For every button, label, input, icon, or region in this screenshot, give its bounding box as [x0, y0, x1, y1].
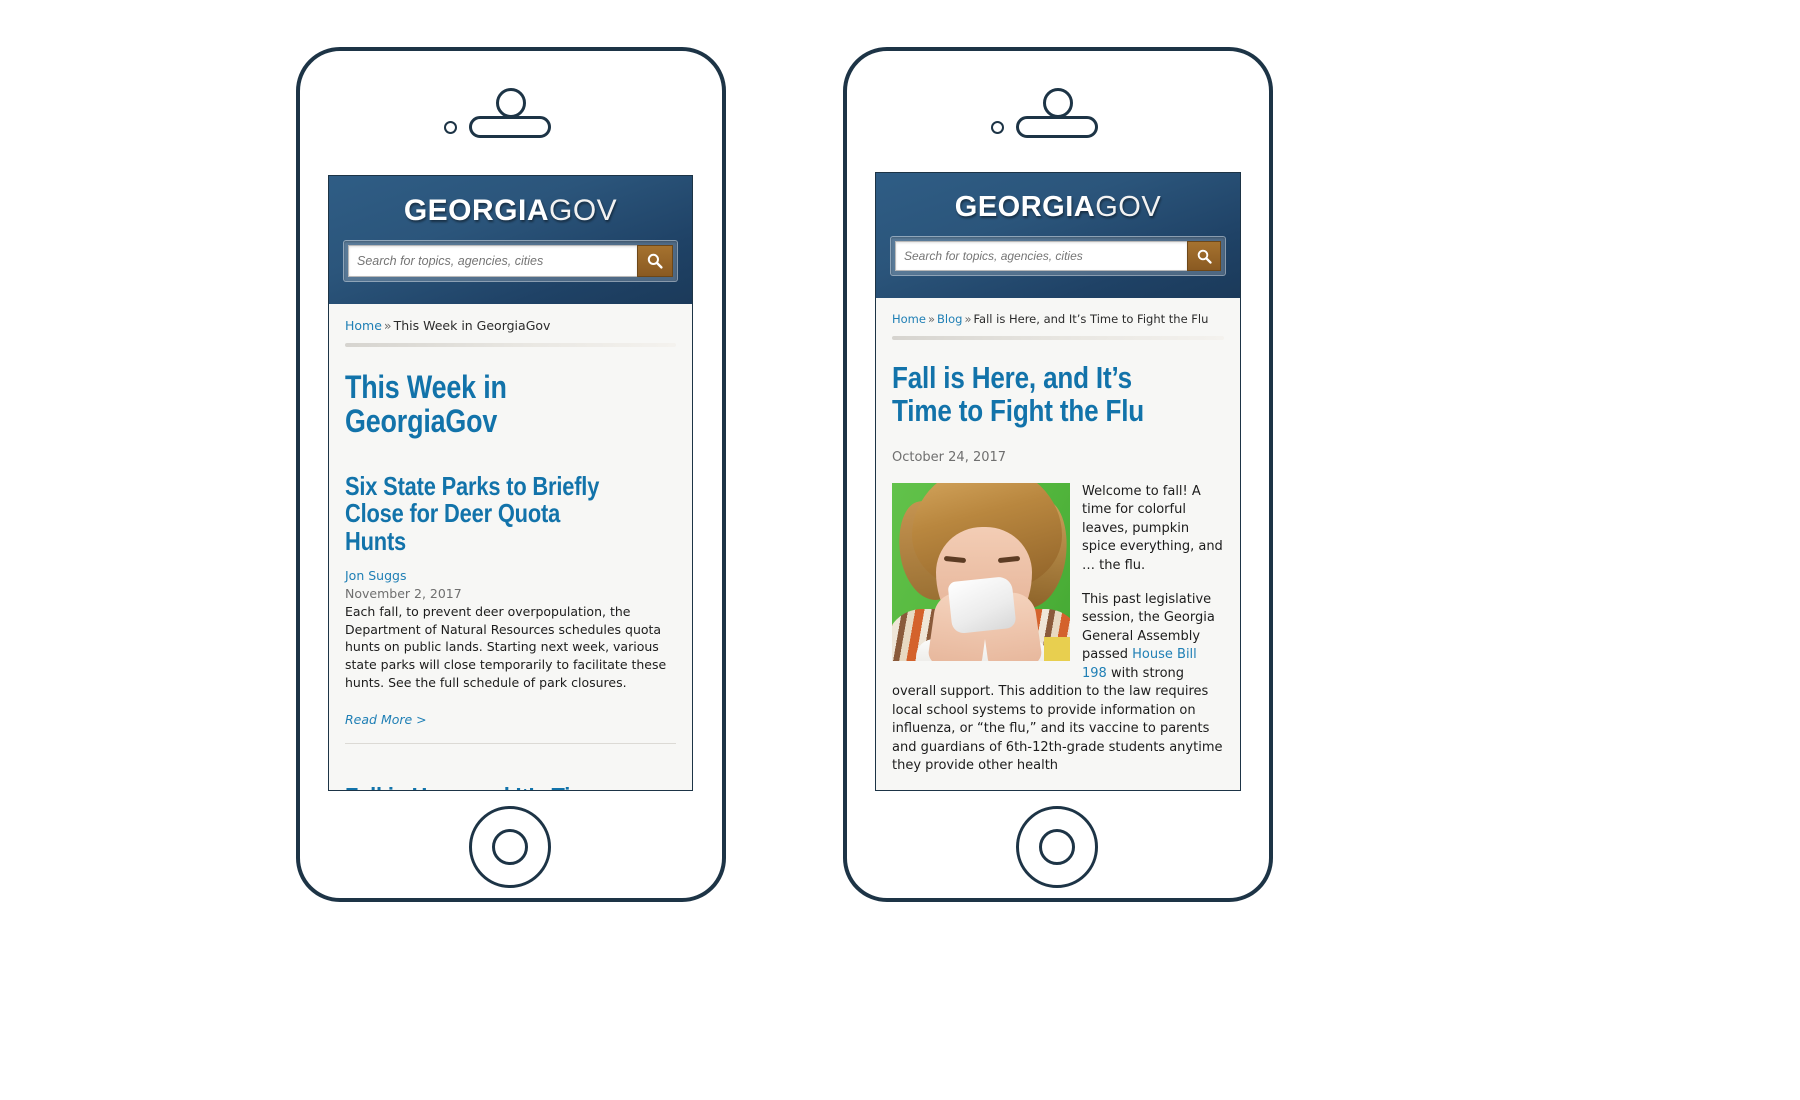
search-input-left[interactable]	[348, 245, 637, 277]
logo-georgia: GEORGIA	[403, 194, 549, 227]
home-button-inner-left	[492, 829, 528, 865]
post-paragraph-2-post: with strong overall support. This additi…	[892, 665, 1223, 774]
front-camera-icon-right	[991, 121, 1004, 134]
page-title-left: This Week in GeorgiaGov	[345, 369, 507, 439]
logo-gov-right: GOV	[1095, 191, 1162, 223]
article-author-1[interactable]: Jon Suggs	[345, 567, 676, 585]
front-camera-icon	[444, 121, 457, 134]
home-button-left[interactable]	[469, 806, 551, 888]
breadcrumb-left: Home» This Week in GeorgiaGov	[345, 304, 676, 343]
search-button-left[interactable]	[637, 245, 673, 277]
proximity-sensor-icon	[496, 88, 526, 118]
breadcrumb-right: Home» Blog» Fall is Here, and It’s Time to…	[892, 298, 1224, 336]
article-summary-1: Each fall, to prevent deer overpopulatio…	[345, 603, 667, 690]
article-item-1: Six State Parks to Briefly Close for Dee…	[345, 472, 676, 744]
site-logo-right[interactable]: GEORGIAGOV	[890, 193, 1226, 222]
article-date-1: November 2, 2017	[345, 586, 462, 602]
screen-left: GEORGIAGOV Home»This Week in GeorgiaGov …	[328, 175, 693, 791]
screenshot-stage: GEORGIAGOV Home»This Week in GeorgiaGov …	[0, 0, 1800, 1100]
post-date-right: October 24, 2017	[892, 449, 1007, 465]
search-button-right[interactable]	[1187, 241, 1221, 271]
breadcrumb-divider-right	[892, 336, 1224, 340]
breadcrumb-item-home-right[interactable]: Home	[892, 312, 926, 326]
breadcrumb-item-current-right: Fall is Here, and It’s Time to Fight the…	[973, 312, 1209, 326]
search-input-right[interactable]	[895, 241, 1187, 271]
breadcrumb-divider-left	[345, 343, 676, 347]
article-title-1[interactable]: Six State Parks to Briefly Close for Dee…	[345, 472, 623, 556]
earpiece-speaker-right	[1016, 116, 1098, 138]
site-logo-left[interactable]: GEORGIAGOV	[343, 196, 678, 226]
article-title-2[interactable]: Fall is Here, and It’s Time to Fight the…	[345, 783, 623, 790]
page-content-left: Home» This Week in GeorgiaGov This Week i…	[329, 304, 692, 790]
screen-right: GEORGIAGOV Home»Blog»Fall is Here, and I…	[875, 172, 1241, 791]
read-more-link-1[interactable]: Read More >	[345, 712, 427, 727]
breadcrumb-item-blog[interactable]: Blog	[937, 312, 962, 326]
logo-georgia-right: GEORGIA	[954, 191, 1096, 223]
home-button-right[interactable]	[1016, 806, 1098, 888]
search-bar-left	[343, 240, 678, 282]
breadcrumb-separator-2: »	[964, 312, 972, 326]
breadcrumb-item-home[interactable]: Home	[345, 318, 382, 333]
article-item-2: Fall is Here, and It’s Time to Fight the…	[345, 783, 676, 790]
search-bar-right	[890, 236, 1226, 276]
post-image-flu	[892, 482, 1070, 661]
site-header-left: GEORGIAGOV	[329, 176, 692, 304]
earpiece-speaker	[469, 116, 551, 138]
breadcrumb-separator-1: »	[927, 312, 936, 326]
breadcrumb-item-current: This Week in GeorgiaGov	[393, 318, 551, 333]
page-content-right: Home» Blog» Fall is Here, and It’s Time to…	[876, 298, 1240, 776]
site-header-right: GEORGIAGOV	[876, 173, 1240, 298]
logo-gov: GOV	[549, 194, 618, 227]
article-divider-1	[345, 742, 676, 744]
page-title-right: Fall is Here, and It’s Time to Fight the…	[892, 360, 1145, 428]
proximity-sensor-icon-right	[1043, 88, 1073, 118]
breadcrumb-separator: »	[383, 318, 392, 333]
home-button-inner-right	[1039, 829, 1075, 865]
post-body-right: Welcome to fall! A time for colorful lea…	[892, 482, 1224, 776]
